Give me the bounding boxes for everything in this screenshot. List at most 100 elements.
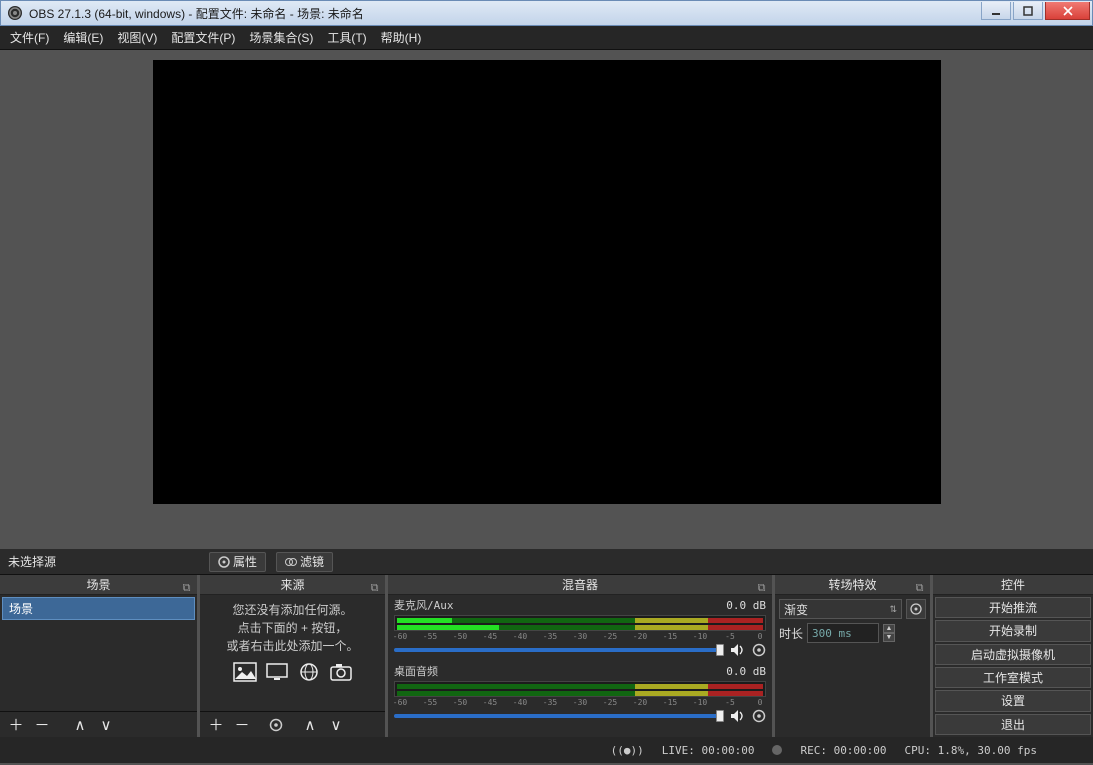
meter-tick: -55 (423, 632, 437, 641)
source-settings-button[interactable] (264, 714, 288, 736)
duration-input[interactable]: 300 ms (807, 623, 879, 643)
studio-mode-button[interactable]: 工作室模式 (935, 667, 1091, 688)
sources-empty-area[interactable]: 您还没有添加任何源。 点击下面的 + 按钮， 或者右击此处添加一个。 (200, 595, 385, 711)
add-source-button[interactable]: ＋ (204, 714, 228, 736)
remove-source-button[interactable]: － (230, 714, 254, 736)
channel-db: 0.0 dB (726, 599, 766, 612)
filter-icon (285, 556, 297, 568)
menu-edit[interactable]: 编辑(E) (63, 29, 103, 46)
close-button[interactable] (1045, 2, 1090, 20)
popout-icon[interactable]: ⧉ (368, 578, 381, 591)
source-toolbar: 未选择源 属性 滤镜 (0, 549, 1093, 575)
volume-slider[interactable] (394, 648, 724, 652)
properties-button[interactable]: 属性 (209, 552, 266, 572)
controls-panel: 控件 开始推流 开始录制 启动虚拟摄像机 工作室模式 设置 退出 (933, 575, 1093, 737)
channel-settings-icon[interactable] (752, 709, 766, 723)
meter-tick: -20 (633, 698, 647, 707)
meter-tick: -50 (453, 698, 467, 707)
channel-db: 0.0 dB (726, 665, 766, 678)
panel-header: 混音器 ⧉ (388, 575, 772, 595)
filters-button[interactable]: 滤镜 (276, 552, 333, 572)
scenes-panel: 场景 ⧉ 场景 ＋ － ∧ ∨ (0, 575, 197, 737)
menu-file[interactable]: 文件(F) (10, 29, 49, 46)
transitions-panel: 转场特效 ⧉ 渐变 ⇅ 时长 300 ms ▲ ▼ (775, 575, 930, 737)
meter-tick: -15 (663, 632, 677, 641)
mixer-panel: 混音器 ⧉ 麦克风/Aux 0.0 dB -60-55-50-45-40-35-… (388, 575, 772, 737)
meter-tick: -55 (423, 698, 437, 707)
source-down-button[interactable]: ∨ (324, 714, 348, 736)
statusbar: ((●)) LIVE: 00:00:00 REC: 00:00:00 CPU: … (0, 737, 1093, 763)
meter-tick: -30 (573, 632, 587, 641)
channel-name: 麦克风/Aux (394, 597, 726, 613)
meter-tick: -10 (693, 698, 707, 707)
volume-slider[interactable] (394, 714, 724, 718)
meter-tick: -5 (725, 632, 735, 641)
scene-list-item[interactable]: 场景 (2, 597, 195, 620)
start-streaming-button[interactable]: 开始推流 (935, 597, 1091, 618)
channel-name: 桌面音频 (394, 663, 726, 679)
mixer-channel-desktop: 桌面音频 0.0 dB -60-55-50-45-40-35-30-25-20-… (388, 661, 772, 727)
meter-tick: -45 (483, 632, 497, 641)
minimize-button[interactable] (981, 2, 1011, 20)
menu-help[interactable]: 帮助(H) (381, 29, 422, 46)
popout-icon[interactable]: ⧉ (180, 578, 193, 591)
popout-icon[interactable]: ⧉ (913, 578, 926, 591)
camera-source-icon (327, 661, 355, 683)
menubar: 文件(F) 编辑(E) 视图(V) 配置文件(P) 场景集合(S) 工具(T) … (0, 26, 1093, 50)
meter-tick: -40 (513, 632, 527, 641)
image-source-icon (231, 661, 259, 683)
panel-header: 场景 ⧉ (0, 575, 197, 595)
duration-up-button[interactable]: ▲ (883, 624, 895, 633)
transition-select[interactable]: 渐变 ⇅ (779, 599, 902, 619)
meter-tick: -35 (543, 632, 557, 641)
no-source-label: 未选择源 (4, 553, 199, 570)
speaker-icon[interactable] (730, 709, 746, 723)
panel-header: 来源 ⧉ (200, 575, 385, 595)
preview-area (0, 50, 1093, 549)
meter-tick: -20 (633, 632, 647, 641)
transition-settings-button[interactable] (906, 599, 926, 619)
meter-tick: -25 (603, 632, 617, 641)
scene-up-button[interactable]: ∧ (68, 714, 92, 736)
vu-meter (394, 615, 766, 631)
globe-source-icon (295, 661, 323, 683)
meter-tick: -35 (543, 698, 557, 707)
status-live: LIVE: 00:00:00 (662, 744, 755, 757)
menu-scenecollection[interactable]: 场景集合(S) (249, 29, 313, 46)
meter-tick: -25 (603, 698, 617, 707)
remove-scene-button[interactable]: － (30, 714, 54, 736)
scene-down-button[interactable]: ∨ (94, 714, 118, 736)
meter-tick: -50 (453, 632, 467, 641)
titlebar: OBS 27.1.3 (64-bit, windows) - 配置文件: 未命名… (0, 0, 1093, 26)
menu-view[interactable]: 视图(V) (117, 29, 157, 46)
start-virtualcam-button[interactable]: 启动虚拟摄像机 (935, 644, 1091, 665)
panel-header: 控件 (933, 575, 1093, 595)
panel-header: 转场特效 ⧉ (775, 575, 930, 595)
preview-canvas[interactable] (153, 60, 941, 504)
sources-panel: 来源 ⧉ 您还没有添加任何源。 点击下面的 + 按钮， 或者右击此处添加一个。 … (200, 575, 385, 737)
add-scene-button[interactable]: ＋ (4, 714, 28, 736)
channel-settings-icon[interactable] (752, 643, 766, 657)
exit-button[interactable]: 退出 (935, 714, 1091, 735)
menu-tools[interactable]: 工具(T) (327, 29, 366, 46)
speaker-icon[interactable] (730, 643, 746, 657)
gear-icon (218, 556, 230, 568)
duration-down-button[interactable]: ▼ (883, 633, 895, 642)
popout-icon[interactable]: ⧉ (755, 578, 768, 591)
source-up-button[interactable]: ∧ (298, 714, 322, 736)
meter-tick: -15 (663, 698, 677, 707)
record-dot-icon (772, 745, 782, 755)
obs-logo-icon (7, 5, 23, 21)
meter-tick: -60 (393, 698, 407, 707)
menu-profile[interactable]: 配置文件(P) (171, 29, 235, 46)
meter-tick: -30 (573, 698, 587, 707)
start-recording-button[interactable]: 开始录制 (935, 620, 1091, 641)
duration-label: 时长 (779, 625, 803, 642)
settings-button[interactable]: 设置 (935, 690, 1091, 711)
vu-meter (394, 681, 766, 697)
meter-tick: 0 (758, 698, 763, 707)
maximize-button[interactable] (1013, 2, 1043, 20)
meter-tick: -10 (693, 632, 707, 641)
meter-tick: -60 (393, 632, 407, 641)
status-rec: REC: 00:00:00 (800, 744, 886, 757)
